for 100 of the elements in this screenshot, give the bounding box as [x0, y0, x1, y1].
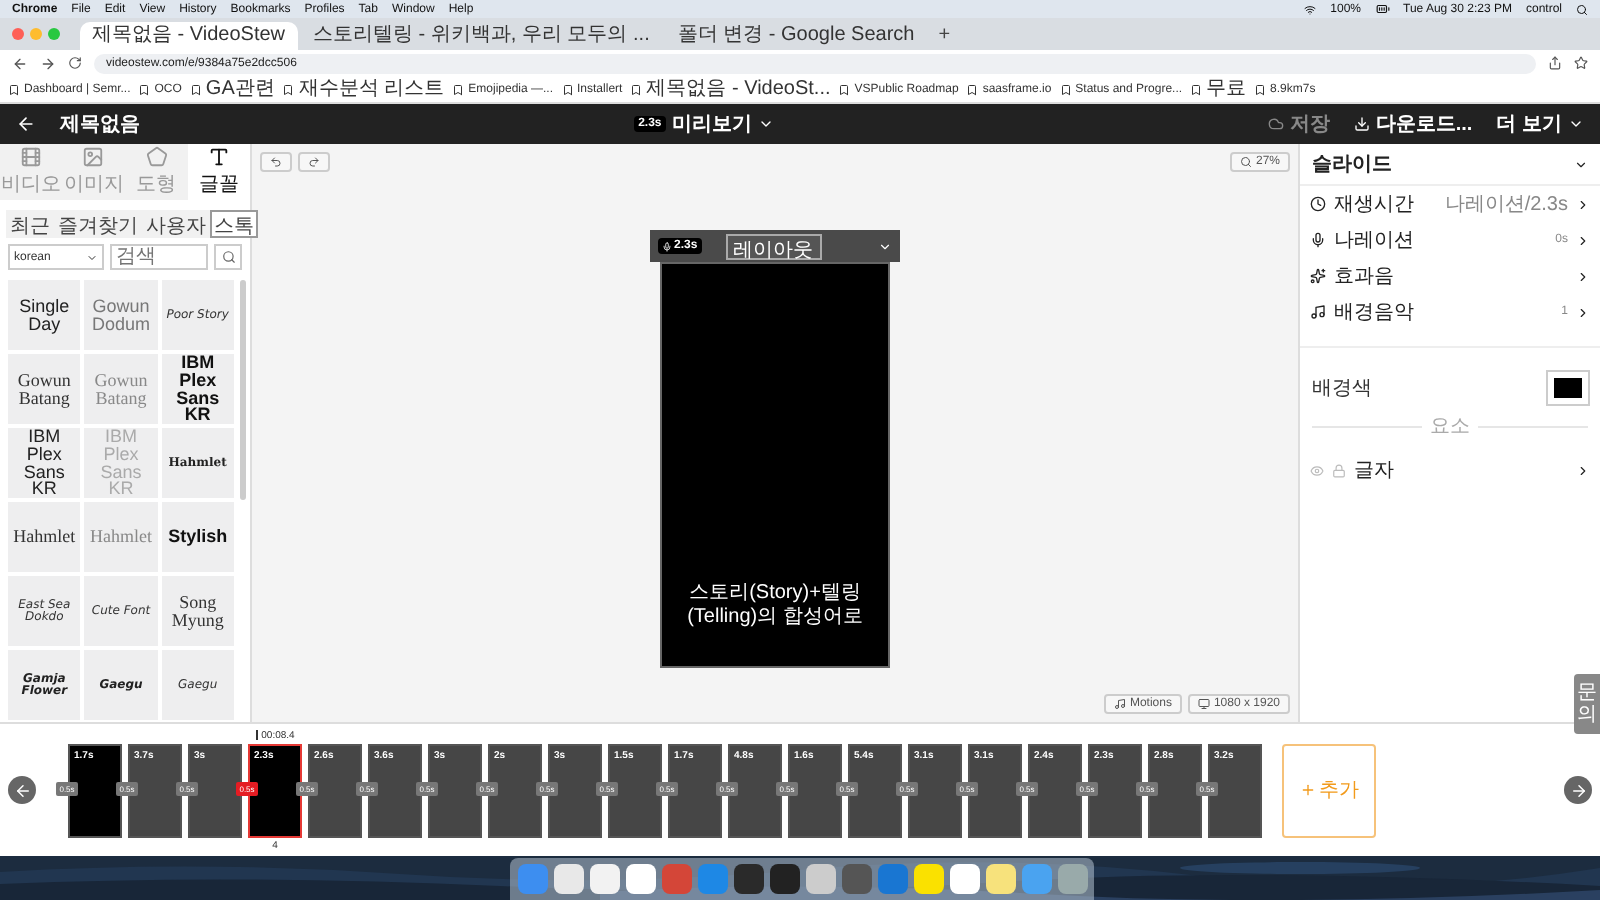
- app-icon[interactable]: [589, 864, 619, 894]
- color-swatch[interactable]: [1548, 372, 1588, 404]
- font-category-tab[interactable]: 즐겨찾기: [54, 210, 142, 238]
- pentagon-icon: [145, 146, 168, 168]
- wifi-icon[interactable]: [1304, 3, 1317, 15]
- browser-tab[interactable]: 폴더 변경 - Google Search: [665, 22, 927, 50]
- bookmark-icon: [452, 83, 465, 95]
- setting-row[interactable]: 재생시간 나레이션/2.3s: [1300, 186, 1600, 222]
- clock-icon: [1310, 196, 1326, 212]
- redo-button[interactable]: [298, 152, 330, 172]
- text-icon: [207, 146, 230, 168]
- font-category-tab[interactable]: 사용자: [142, 210, 210, 238]
- font-card[interactable]: Gowun Batang: [8, 354, 81, 424]
- bookmark-link[interactable]: GA관련: [189, 79, 275, 99]
- reload-icon[interactable]: [68, 56, 82, 70]
- download-icon: [1353, 116, 1370, 132]
- redo-icon: [308, 156, 320, 168]
- back-icon[interactable]: [16, 114, 36, 134]
- more-button[interactable]: 더 보기: [1496, 110, 1584, 138]
- cloud-icon: [1267, 116, 1284, 132]
- bookmark-icon: [282, 83, 295, 95]
- chevron-right-icon: [1576, 197, 1590, 211]
- share-icon[interactable]: [1548, 56, 1562, 70]
- scrollbar[interactable]: [240, 280, 246, 500]
- scroll-right-button[interactable]: [1564, 776, 1592, 804]
- new-tab-button[interactable]: +: [930, 26, 959, 50]
- bookmark-icon: [630, 83, 643, 95]
- back-icon[interactable]: [12, 55, 28, 71]
- font-card[interactable]: Gowun Dodum: [84, 280, 158, 350]
- app-icon[interactable]: [733, 864, 763, 894]
- search-icon[interactable]: [1576, 3, 1588, 15]
- microphone-icon: [1310, 232, 1326, 248]
- bookmark-icon: [189, 83, 202, 95]
- element-row[interactable]: 글자: [1300, 452, 1600, 488]
- font-card[interactable]: IBM Plex Sans KR: [161, 354, 234, 424]
- undo-button[interactable]: [260, 152, 292, 172]
- chevron-down-icon: [86, 251, 98, 263]
- font-category-tab[interactable]: 스톡: [210, 210, 258, 238]
- browser-tab[interactable]: 스토리텔링 - 위키백과, 우리 모두의 ...: [301, 22, 662, 50]
- bookmark-icon: [838, 83, 851, 95]
- search-field[interactable]: 검색: [110, 244, 208, 270]
- bookmark-link[interactable]: 제목없음 - VideoSt...: [630, 79, 831, 99]
- undo-icon: [270, 156, 282, 168]
- background-color-label: 배경색: [1312, 376, 1372, 402]
- bookmark-icon: [966, 83, 979, 95]
- zoom-dot[interactable]: [48, 28, 60, 40]
- font-card[interactable]: Song Myung: [161, 576, 234, 646]
- caret-icon[interactable]: [878, 239, 892, 253]
- slide-preview[interactable]: 스토리(Story)+텔링(Telling)의 합성어로: [660, 262, 890, 668]
- bookmark-link[interactable]: 무료: [1190, 79, 1247, 99]
- app-icon[interactable]: [553, 864, 583, 894]
- app-icon[interactable]: [949, 864, 979, 894]
- bookmark-icon: [1190, 83, 1203, 95]
- sparkle-icon: [1310, 268, 1326, 284]
- contact-tab[interactable]: 문의: [1574, 674, 1600, 734]
- bookmark-icon: [1254, 83, 1267, 95]
- font-card[interactable]: IBM Plex Sans KR: [8, 428, 81, 498]
- layout-button[interactable]: 레이아웃: [725, 233, 822, 259]
- app-icon[interactable]: [805, 864, 835, 894]
- bookmark-link[interactable]: 재수분석 리스트: [282, 79, 445, 99]
- save-button[interactable]: 저장: [1267, 110, 1330, 138]
- close-dot[interactable]: [12, 28, 24, 40]
- arrow-left-icon: [13, 781, 31, 799]
- search-icon: [221, 250, 235, 264]
- monitor-icon: [1197, 698, 1210, 710]
- battery-icon[interactable]: [1375, 2, 1389, 16]
- font-card[interactable]: Single Day: [8, 280, 81, 350]
- image-icon: [82, 146, 105, 168]
- bookmark-icon: [1059, 83, 1072, 95]
- forward-icon[interactable]: [40, 55, 56, 71]
- app-icon[interactable]: [841, 864, 871, 894]
- section-label: 요소: [1430, 414, 1470, 440]
- font-category-tab[interactable]: 최근: [6, 210, 54, 238]
- setting-row[interactable]: 효과음: [1300, 258, 1600, 294]
- app-icon[interactable]: [913, 864, 943, 894]
- browser-tab[interactable]: 제목없음 - VideoStew: [80, 22, 298, 50]
- app-icon[interactable]: [985, 864, 1015, 894]
- plus-icon: [1299, 782, 1315, 798]
- bookmark-icon: [8, 83, 20, 95]
- minimize-dot[interactable]: [30, 28, 42, 40]
- caret-icon: [757, 116, 774, 132]
- eye-icon: [1310, 463, 1324, 477]
- star-icon[interactable]: [1574, 56, 1588, 70]
- app-icon[interactable]: [625, 864, 655, 894]
- caret-icon: [1568, 116, 1584, 132]
- app-icon[interactable]: [769, 864, 799, 894]
- project-title: 제목없음: [60, 112, 140, 138]
- search-button[interactable]: [214, 244, 242, 270]
- scroll-left-button[interactable]: [8, 776, 36, 804]
- font-card[interactable]: Hahmlet: [8, 502, 81, 572]
- download-button[interactable]: 다운로드...: [1353, 110, 1473, 138]
- panel-header[interactable]: 슬라이드: [1300, 144, 1600, 186]
- font-card[interactable]: Stylish: [161, 502, 234, 572]
- caret-icon: [1574, 157, 1588, 171]
- bookmark-icon: [138, 83, 151, 95]
- slide-caption: 스토리(Story)+텔링(Telling)의 합성어로: [685, 582, 865, 630]
- film-icon: [20, 146, 43, 168]
- chevron-right-icon: [1576, 463, 1590, 477]
- music-icon: [1310, 304, 1326, 320]
- chevron-right-icon: [1576, 305, 1590, 319]
